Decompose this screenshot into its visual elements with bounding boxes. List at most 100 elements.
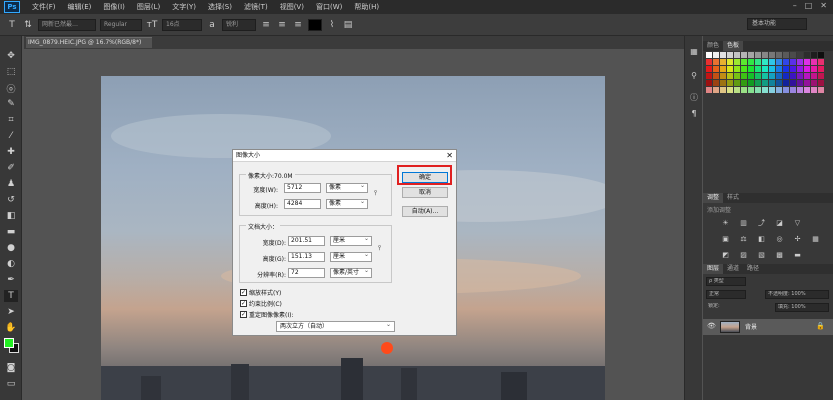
blend-mode-select[interactable]: 正常 [706,290,746,299]
lasso-tool-icon[interactable]: ⓞ [4,82,18,95]
color-swatch[interactable] [818,52,824,58]
doc-height-input[interactable]: 151.13 [288,252,325,262]
tab-paths[interactable]: 路径 [743,264,763,274]
color-swatch[interactable] [797,59,803,65]
color-swatch[interactable] [783,66,789,72]
color-swatch[interactable] [790,73,796,79]
pixel-width-unit-select[interactable]: 像素 [326,182,368,193]
layer-row[interactable]: 👁 背景 🔒 [703,319,833,335]
levels-icon[interactable]: ▥ [739,218,748,227]
color-swatch[interactable] [741,52,747,58]
color-swatch[interactable] [713,52,719,58]
cancel-button[interactable]: 取消 [402,187,448,198]
text-orientation-icon[interactable]: ⇅ [22,19,34,31]
vibrance-icon[interactable]: ▽ [793,218,802,227]
tab-layers[interactable]: 图层 [703,264,724,274]
color-swatch[interactable] [811,87,817,93]
hand-tool-icon[interactable]: ✋ [4,322,18,334]
color-swatch[interactable] [720,66,726,72]
menu-file[interactable]: 文件(F) [26,2,62,12]
menu-window[interactable]: 窗口(W) [310,2,348,12]
resample-checkbox[interactable]: ✓ 重定图像像素(I): [240,310,293,319]
color-swatch[interactable] [818,73,824,79]
type-tool-icon[interactable]: T [4,290,18,302]
doc-height-unit-select[interactable]: 厘米 [330,251,372,262]
color-swatch[interactable] [804,73,810,79]
color-swatch[interactable] [734,66,740,72]
black-white-icon[interactable]: ◧ [757,234,766,243]
color-swatch[interactable] [706,66,712,72]
color-swatch[interactable] [734,73,740,79]
color-swatch[interactable] [811,66,817,72]
color-swatch[interactable] [706,52,712,58]
color-swatch[interactable] [755,66,761,72]
color-swatch[interactable] [776,87,782,93]
opacity-field[interactable]: 不透明度: 100% [765,290,829,299]
color-swatch[interactable] [755,73,761,79]
color-swatch[interactable] [804,59,810,65]
history-icon[interactable]: ▦ [689,46,699,56]
color-swatch[interactable] [769,73,775,79]
gradient-tool-icon[interactable]: ▬ [4,226,18,238]
color-swatch[interactable] [727,80,733,86]
tab-adjustments[interactable]: 调整 [703,193,724,203]
color-swatch[interactable] [741,59,747,65]
color-swatch[interactable] [811,73,817,79]
color-swatch[interactable] [797,66,803,72]
color-swatch[interactable] [727,66,733,72]
brightness-icon[interactable]: ☀ [721,218,730,227]
color-swatch[interactable] [734,80,740,86]
color-swatch[interactable] [762,73,768,79]
constrain-proportions-checkbox[interactable]: ✓ 约束比例(C) [240,299,282,308]
color-swatch[interactable] [818,66,824,72]
menu-edit[interactable]: 编辑(E) [62,2,98,12]
foreground-color-swatch[interactable] [4,338,14,348]
curves-icon[interactable]: ⤴ [757,218,766,227]
move-tool-icon[interactable]: ✥ [4,50,18,62]
color-swatch[interactable] [741,87,747,93]
menu-image[interactable]: 图像(I) [97,2,131,12]
color-swatch[interactable] [790,66,796,72]
tab-channels[interactable]: 通道 [723,264,743,274]
color-swatch[interactable] [783,52,789,58]
color-swatch[interactable] [769,66,775,72]
eyedropper-tool-icon[interactable]: ⁄ [4,130,18,142]
paragraph-icon[interactable]: ¶ [689,108,699,118]
color-swatch[interactable] [762,80,768,86]
color-swatch[interactable] [734,59,740,65]
color-swatch[interactable] [720,73,726,79]
color-swatch[interactable] [790,87,796,93]
path-select-tool-icon[interactable]: ➤ [4,306,18,318]
color-swatch[interactable] [727,87,733,93]
close-icon[interactable]: ✕ [446,150,453,162]
color-lookup-icon[interactable]: ▦ [811,234,820,243]
color-swatch[interactable] [811,80,817,86]
layer-kind-filter[interactable]: ρ 类型 [706,277,746,286]
color-swatch[interactable] [776,66,782,72]
color-balance-icon[interactable]: ⚖ [739,234,748,243]
color-swatch[interactable] [755,52,761,58]
doc-width-input[interactable]: 201.51 [288,236,325,246]
color-swatch[interactable] [804,66,810,72]
color-swatch[interactable] [769,52,775,58]
align-left-icon[interactable]: ≡ [260,19,272,31]
menu-view[interactable]: 视图(V) [274,2,310,12]
color-swatch[interactable] [783,59,789,65]
color-swatch[interactable] [720,52,726,58]
antialias-select[interactable]: 锐利 [222,18,256,31]
menu-type[interactable]: 文字(Y) [166,2,202,12]
color-swatch[interactable] [755,87,761,93]
menu-select[interactable]: 选择(S) [202,2,238,12]
eraser-tool-icon[interactable]: ◧ [4,210,18,222]
color-swatch[interactable] [706,73,712,79]
color-swatch[interactable] [783,73,789,79]
workspace-select[interactable]: 基本功能 [747,18,807,30]
align-right-icon[interactable]: ≡ [292,19,304,31]
resolution-unit-select[interactable]: 像素/英寸 [330,267,372,278]
color-swatch[interactable] [748,87,754,93]
menu-filter[interactable]: 滤镜(T) [238,2,274,12]
color-swatch[interactable] [762,66,768,72]
hue-saturation-icon[interactable]: ▣ [721,234,730,243]
crop-tool-icon[interactable]: ⌗ [4,114,18,126]
color-swatch[interactable] [727,73,733,79]
